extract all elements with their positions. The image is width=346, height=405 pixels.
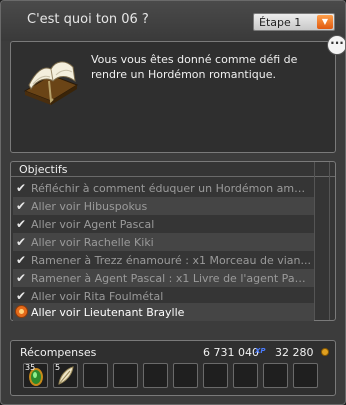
objective-label: Aller voir Hibuspokus: [31, 200, 148, 213]
objective-label: Aller voir Agent Pascal: [31, 218, 155, 231]
step-dropdown-value: Étape 1: [259, 16, 302, 29]
chat-bubble-icon[interactable]: ···: [327, 35, 345, 55]
reward-slot-empty: [263, 363, 288, 388]
step-dropdown[interactable]: Étape 1 ▼: [253, 13, 335, 31]
objective-label: Ramener à Agent Pascal : x1 Livre de l'a…: [31, 272, 311, 285]
reward-slot-empty: [203, 363, 228, 388]
checkmark-icon: ✔: [16, 217, 27, 231]
objective-label: Aller voir Lieutenant Braylle: [31, 306, 185, 319]
objective-label: Aller voir Rita Foulmétal: [31, 290, 164, 303]
reward-quantity: 35: [25, 363, 36, 372]
objectives-header-label: Objectifs: [19, 163, 68, 176]
current-objective-icon[interactable]: [15, 305, 28, 318]
quest-description-text: Vous vous êtes donné comme défi de rendr…: [91, 53, 298, 81]
objectives-header: Objectifs: [11, 162, 335, 177]
objective-row: ✔ Aller voir Hibuspokus: [13, 197, 314, 215]
checkmark-icon: ✔: [16, 253, 27, 267]
objective-row: ✔ Ramener à Agent Pascal : x1 Livre de l…: [13, 269, 314, 287]
xp-icon: XP: [255, 347, 266, 355]
checkmark-icon: ✔: [16, 181, 27, 195]
reward-slot-empty: [143, 363, 168, 388]
objective-row-current[interactable]: Aller voir Lieutenant Braylle: [13, 303, 314, 321]
rewards-panel: Récompenses 6 731 040 XP 32 280 35 5: [10, 340, 336, 396]
objective-label: Réfléchir à comment éduquer un Hordémon …: [31, 182, 311, 195]
quest-window: C'est quoi ton 06 ? Étape 1 ▼ ··· Vous v…: [0, 0, 346, 405]
objective-row: ✔ Réfléchir à comment éduquer un Hordémo…: [13, 179, 314, 197]
objectives-panel: Objectifs ✔ Réfléchir à comment éduquer …: [10, 161, 336, 321]
reward-slot-empty: [83, 363, 108, 388]
column-divider: [314, 162, 315, 320]
checkmark-icon: ✔: [16, 289, 27, 303]
column-divider: [329, 162, 330, 320]
checkmark-icon: ✔: [16, 199, 27, 213]
book-icon: [23, 61, 79, 105]
reward-slot-empty: [293, 363, 318, 388]
objective-row: ✔ Ramener à Trezz énamouré : x1 Morceau …: [13, 251, 314, 269]
rewards-label: Récompenses: [20, 346, 97, 359]
objective-row: ✔ Aller voir Rachelle Kiki: [13, 233, 314, 251]
reward-quantity: 5: [55, 363, 61, 372]
objective-label: Aller voir Rachelle Kiki: [31, 236, 154, 249]
kamas-icon: [321, 348, 329, 356]
quest-description-panel: Vous vous êtes donné comme défi de rendr…: [10, 41, 336, 153]
objective-row: ✔ Aller voir Agent Pascal: [13, 215, 314, 233]
kamas-value: 32 280: [275, 346, 314, 359]
reward-slot-empty: [233, 363, 258, 388]
reward-slot-empty: [173, 363, 198, 388]
objective-label: Ramener à Trezz énamouré : x1 Morceau de…: [31, 254, 311, 267]
quest-title: C'est quoi ton 06 ?: [27, 12, 149, 27]
reward-slot-empty: [113, 363, 138, 388]
reward-slot[interactable]: 35: [23, 363, 48, 388]
xp-value: 6 731 040: [203, 346, 259, 359]
title-bar: C'est quoi ton 06 ? Étape 1 ▼: [1, 1, 345, 41]
reward-slot[interactable]: 5: [53, 363, 78, 388]
checkmark-icon: ✔: [16, 271, 27, 285]
chevron-down-icon[interactable]: ▼: [317, 15, 333, 29]
checkmark-icon: ✔: [16, 235, 27, 249]
